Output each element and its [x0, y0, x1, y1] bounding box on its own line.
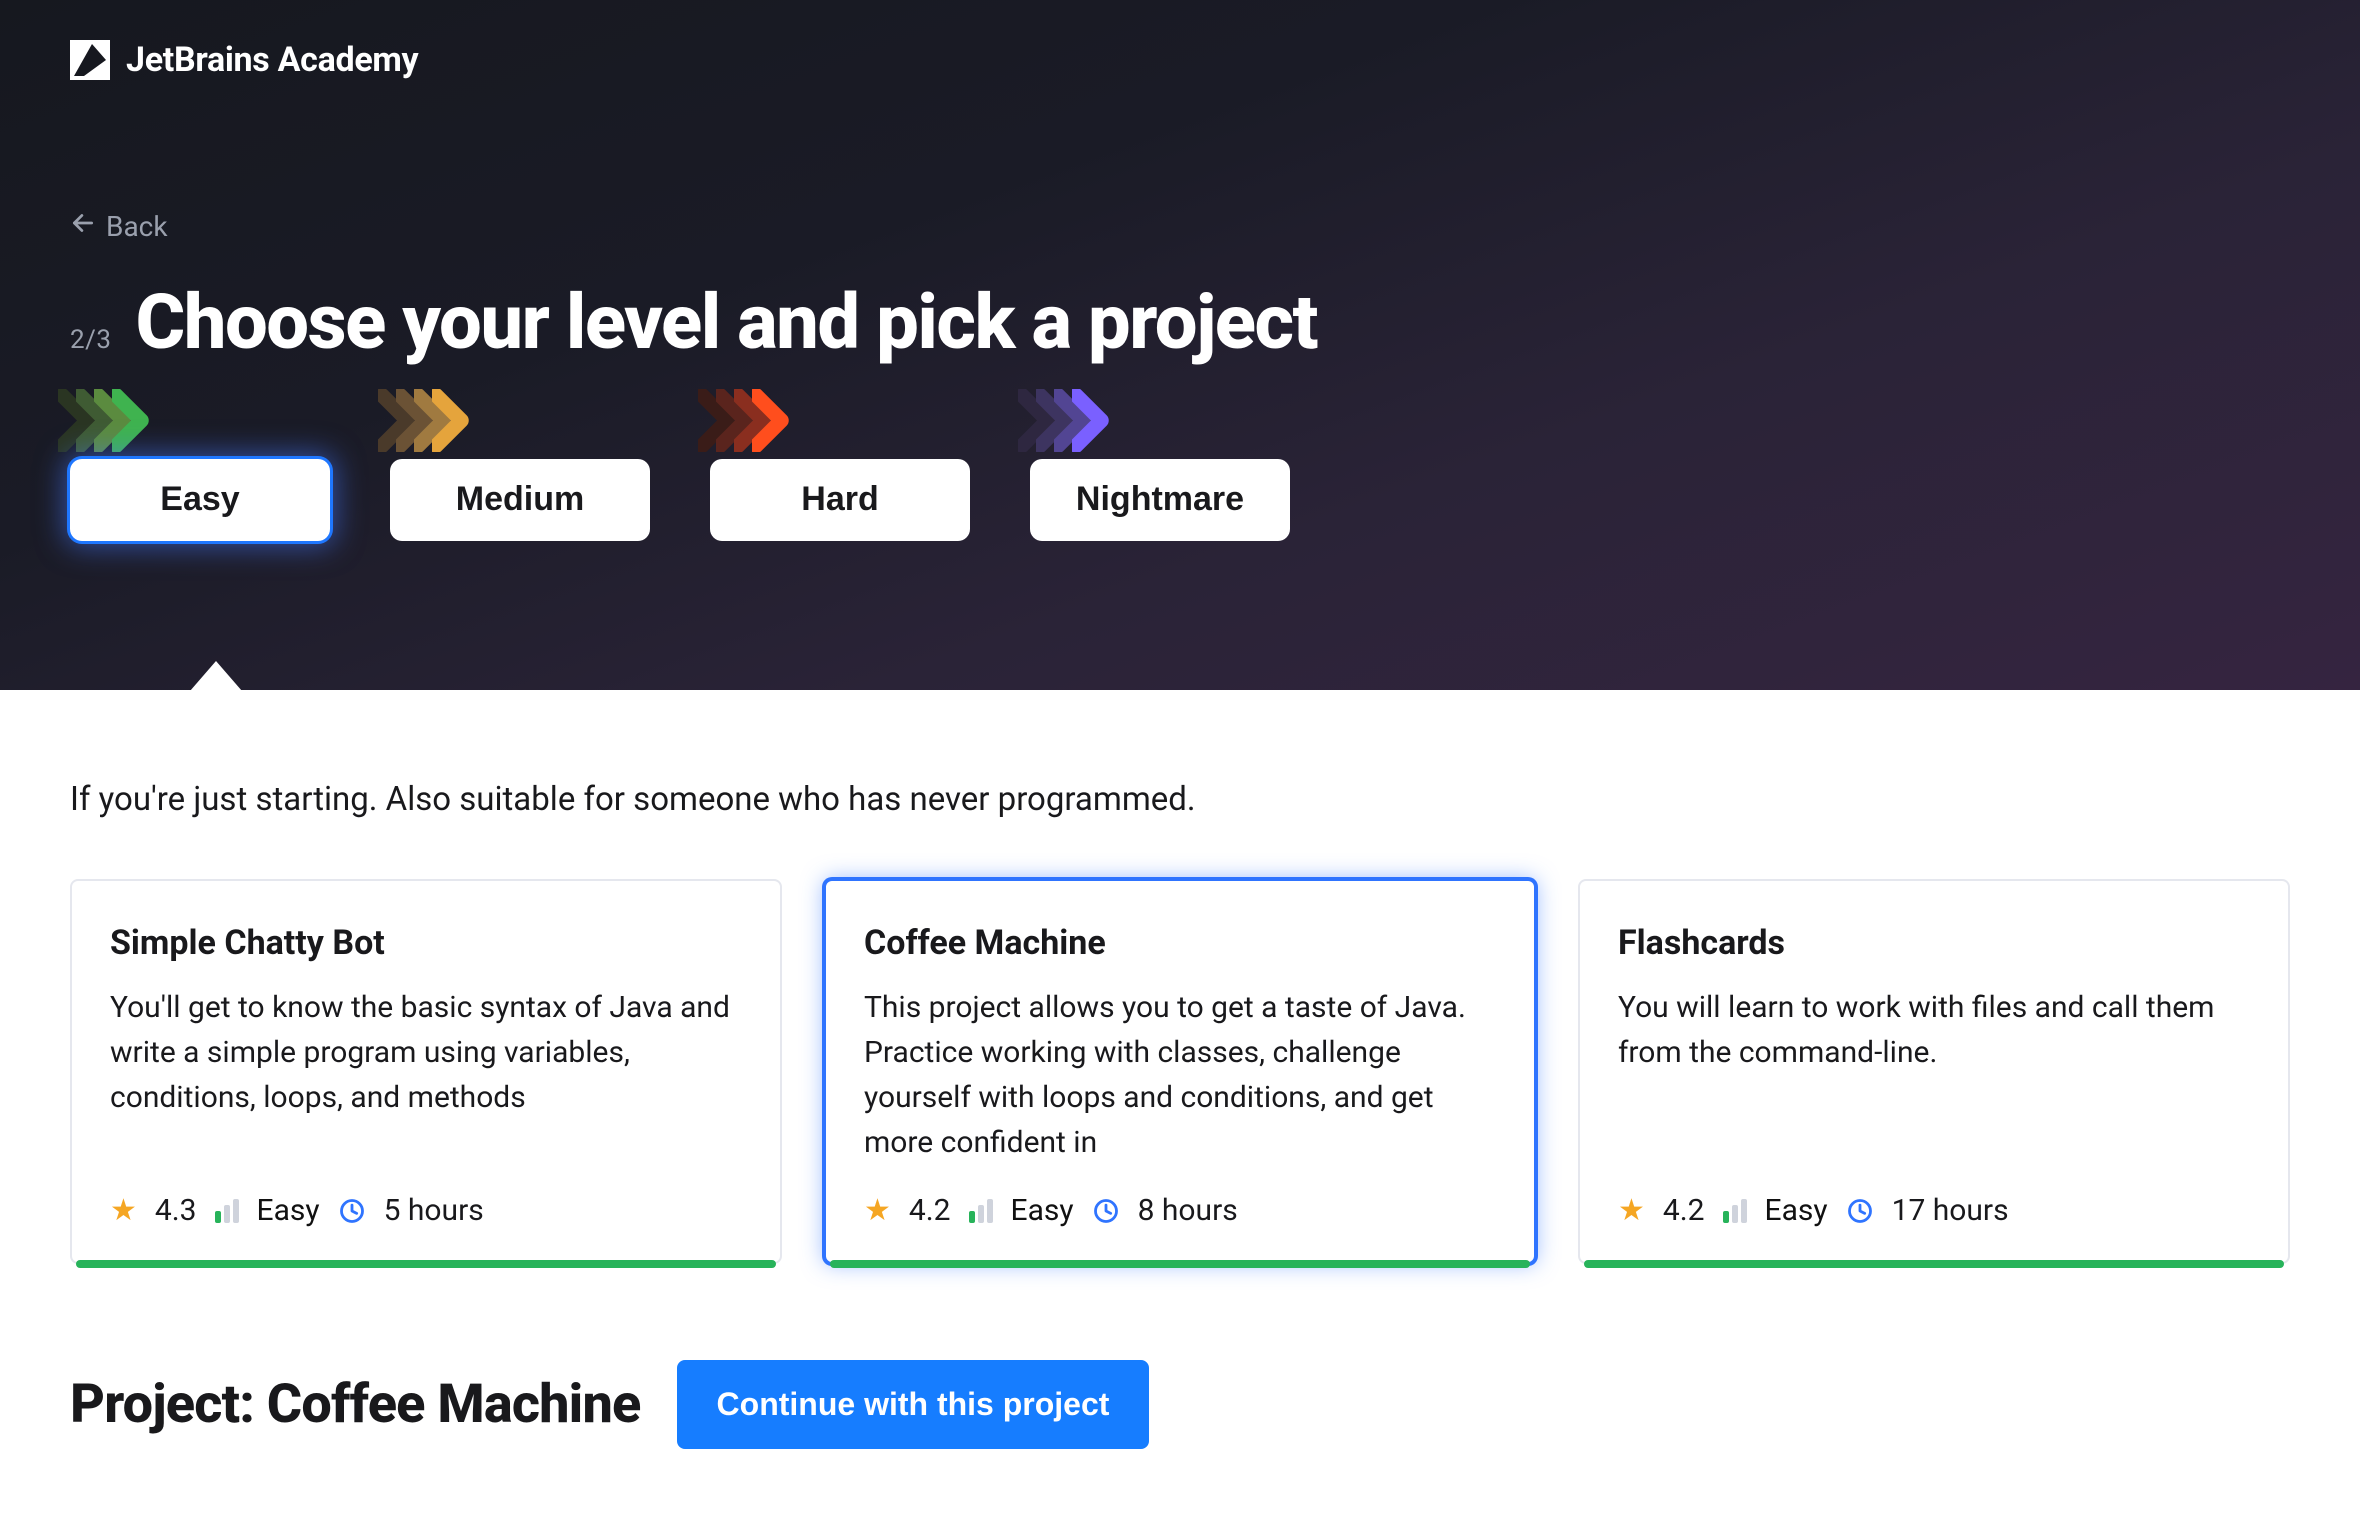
project-time: 17 hours	[1892, 1193, 2009, 1228]
project-card[interactable]: Simple Chatty Bot You'll get to know the …	[70, 879, 782, 1264]
level-description: If you're just starting. Also suitable f…	[70, 780, 2290, 819]
selection-summary: Project: Coffee Machine Continue with th…	[70, 1360, 2290, 1449]
project-difficulty: Easy	[257, 1193, 320, 1228]
step-indicator: 2/3	[70, 325, 111, 355]
brand-name: JetBrains Academy	[126, 40, 418, 80]
clock-icon	[1092, 1197, 1120, 1225]
chevrons-icon	[1018, 381, 1090, 459]
project-meta: ★ 4.2 Easy 8 hours	[864, 1193, 1496, 1228]
chevrons-icon	[698, 381, 770, 459]
project-description: You will learn to work with files and ca…	[1618, 985, 2250, 1165]
level-tabs: Easy Medium Hard Nightmare	[70, 381, 2290, 541]
jetbrains-logo-icon	[70, 40, 110, 80]
star-icon: ★	[864, 1193, 891, 1228]
content: If you're just starting. Also suitable f…	[0, 690, 2360, 1529]
title-row: 2/3 Choose your level and pick a project	[70, 283, 2290, 363]
back-button[interactable]: Back	[70, 210, 168, 243]
project-card[interactable]: Flashcards You will learn to work with fi…	[1578, 879, 2290, 1264]
project-title: Simple Chatty Bot	[110, 923, 742, 963]
project-difficulty: Easy	[1011, 1193, 1074, 1228]
chevrons-icon	[378, 381, 450, 459]
level-tab-medium[interactable]: Medium	[390, 459, 650, 541]
arrow-left-icon	[70, 210, 96, 243]
progress-bar	[76, 1260, 776, 1268]
clock-icon	[338, 1197, 366, 1225]
level-tab-easy[interactable]: Easy	[70, 459, 330, 541]
brand: JetBrains Academy	[70, 40, 2290, 80]
clock-icon	[1846, 1197, 1874, 1225]
chevrons-icon	[58, 381, 130, 459]
back-label: Back	[106, 210, 168, 243]
level-tab-hard[interactable]: Hard	[710, 459, 970, 541]
level-column: Easy	[70, 381, 330, 541]
level-column: Hard	[710, 381, 970, 541]
active-tab-caret	[190, 661, 242, 691]
project-card[interactable]: Coffee Machine This project allows you to…	[824, 879, 1536, 1264]
project-description: You'll get to know the basic syntax of J…	[110, 985, 742, 1165]
difficulty-bars-icon	[969, 1199, 993, 1223]
project-rating: 4.2	[909, 1193, 951, 1228]
progress-bar	[830, 1260, 1530, 1268]
project-time: 8 hours	[1138, 1193, 1238, 1228]
progress-bar	[1584, 1260, 2284, 1268]
continue-button[interactable]: Continue with this project	[677, 1360, 1150, 1449]
project-meta: ★ 4.3 Easy 5 hours	[110, 1193, 742, 1228]
level-tab-nightmare[interactable]: Nightmare	[1030, 459, 1290, 541]
page-title: Choose your level and pick a project	[135, 283, 1317, 363]
star-icon: ★	[1618, 1193, 1645, 1228]
project-time: 5 hours	[384, 1193, 484, 1228]
difficulty-bars-icon	[1723, 1199, 1747, 1223]
level-column: Medium	[390, 381, 650, 541]
selected-project-heading: Project: Coffee Machine	[70, 1373, 641, 1436]
project-title: Flashcards	[1618, 923, 2250, 963]
level-column: Nightmare	[1030, 381, 1290, 541]
project-rating: 4.2	[1663, 1193, 1705, 1228]
star-icon: ★	[110, 1193, 137, 1228]
difficulty-bars-icon	[215, 1199, 239, 1223]
hero: JetBrains Academy Back 2/3 Choose your l…	[0, 0, 2360, 690]
project-meta: ★ 4.2 Easy 17 hours	[1618, 1193, 2250, 1228]
project-cards: Simple Chatty Bot You'll get to know the …	[70, 879, 2290, 1264]
project-rating: 4.3	[155, 1193, 197, 1228]
project-difficulty: Easy	[1765, 1193, 1828, 1228]
project-description: This project allows you to get a taste o…	[864, 985, 1496, 1165]
project-title: Coffee Machine	[864, 923, 1496, 963]
